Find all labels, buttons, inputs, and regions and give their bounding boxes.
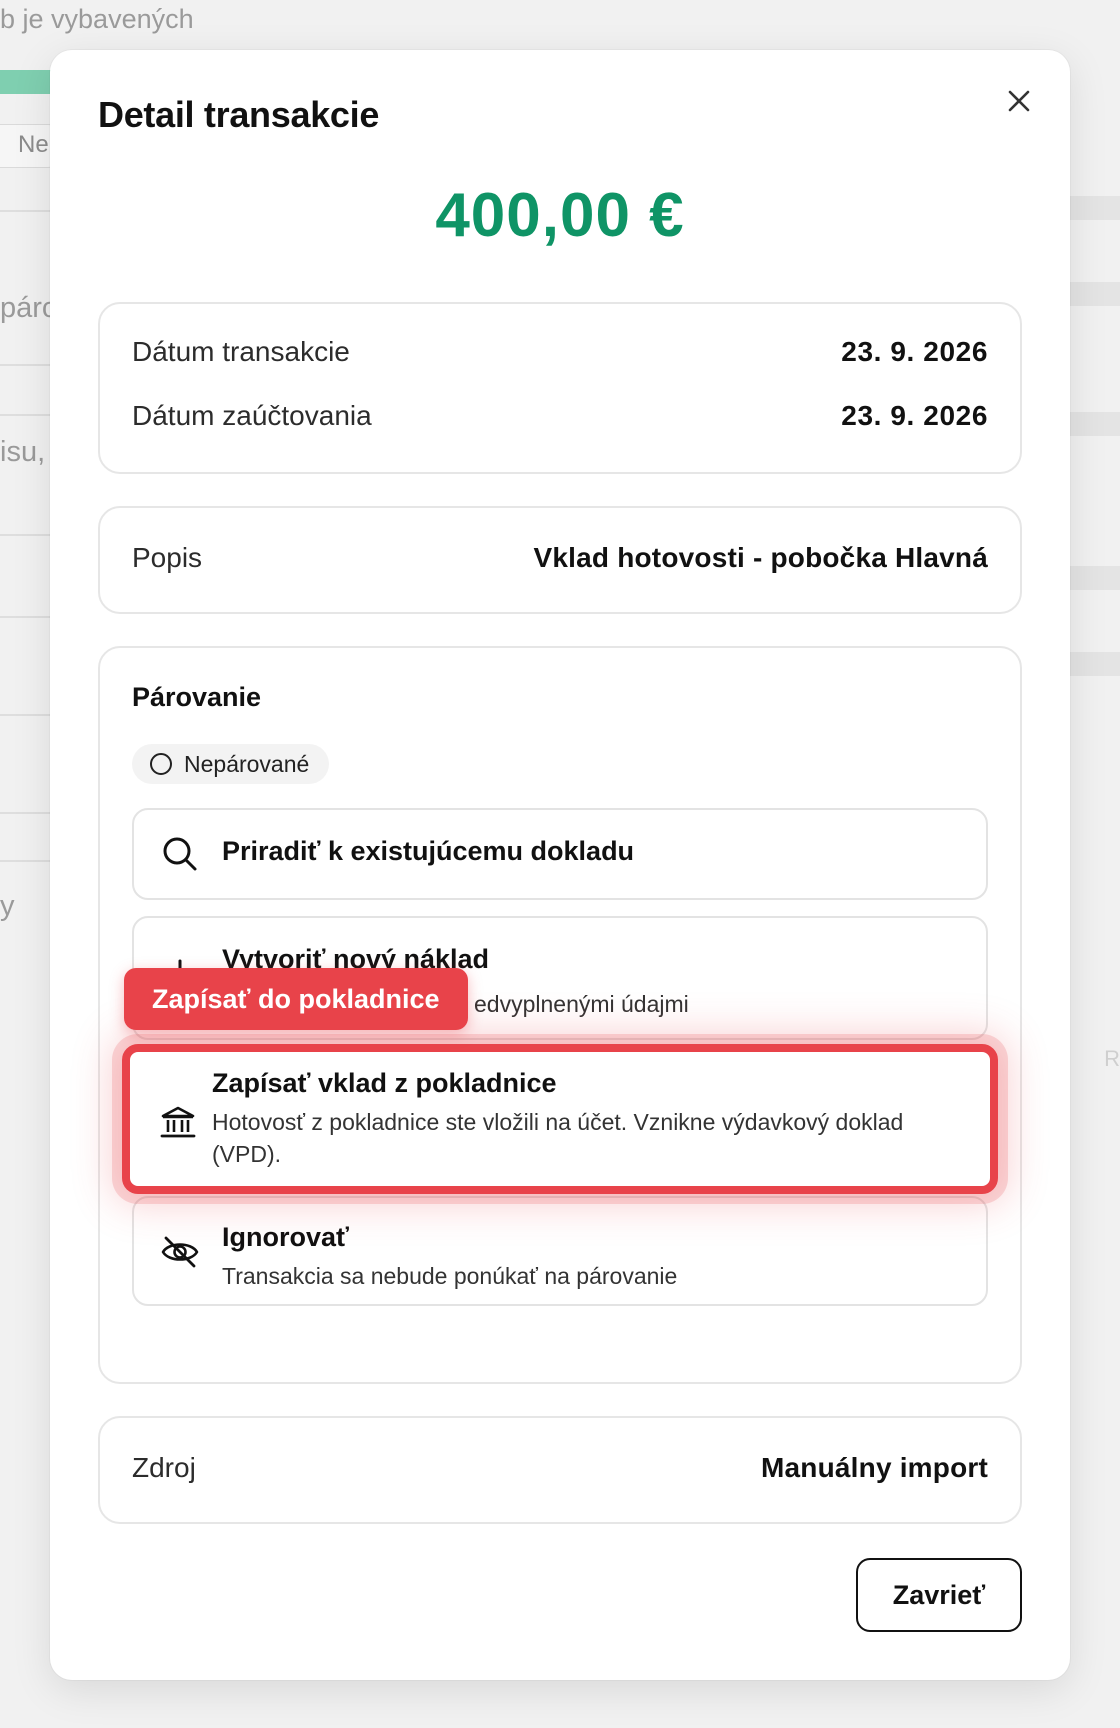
- background-heading-fragment: b je vybavených: [0, 4, 194, 34]
- record-cash-deposit-option[interactable]: Zapísať vklad z pokladnice Hotovosť z po…: [122, 1044, 998, 1194]
- transaction-detail-modal: Detail transakcie 400,00 € Dátum transak…: [50, 50, 1070, 1680]
- option-title: Ignorovať: [222, 1222, 349, 1252]
- pairing-status-badge: Nepárované: [132, 744, 330, 784]
- posting-date-row: Dátum zaúčtovania 23. 9. 2026: [132, 400, 988, 432]
- description-label: Popis: [132, 542, 203, 573]
- source-value: Manuálny import: [760, 1452, 988, 1483]
- description-card: Popis Vklad hotovosti - pobočka Hlavná: [98, 506, 1022, 614]
- option-description: Transakcia sa nebude ponúkať na párovani…: [222, 1263, 678, 1289]
- description-row: Popis Vklad hotovosti - pobočka Hlavná: [132, 542, 988, 574]
- modal-title: Detail transakcie: [98, 94, 380, 135]
- background-text-fragment: y: [0, 890, 15, 922]
- eye-off-icon: [160, 1232, 200, 1272]
- close-footer-button[interactable]: Zavrieť: [856, 1558, 1022, 1632]
- close-button[interactable]: [996, 78, 1042, 124]
- pairing-title: Párovanie: [132, 682, 262, 712]
- circle-icon: [150, 753, 172, 775]
- assign-existing-document-option[interactable]: Priradiť k existujúcemu dokladu: [132, 808, 988, 900]
- description-value: Vklad hotovosti - pobočka Hlavná: [533, 542, 988, 573]
- source-label: Zdroj: [132, 1452, 196, 1483]
- pairing-status-label: Nepárované: [184, 750, 310, 777]
- background-status-pill-label: Ne: [18, 131, 49, 158]
- source-row: Zdroj Manuálny import: [132, 1452, 988, 1484]
- source-card: Zdroj Manuálny import: [98, 1416, 1022, 1524]
- transaction-amount: 400,00 €: [435, 181, 685, 250]
- bank-icon: [158, 1102, 198, 1142]
- dates-card: Dátum transakcie 23. 9. 2026 Dátum zaúčt…: [98, 302, 1022, 474]
- highlight-label: Zapísať do pokladnice: [124, 968, 468, 1030]
- ignore-option[interactable]: Ignorovať Transakcia sa nebude ponúkať n…: [132, 1196, 988, 1306]
- option-title: Priradiť k existujúcemu dokladu: [222, 836, 635, 866]
- background-text-fragment: R: [1104, 1046, 1120, 1071]
- transaction-date-row: Dátum transakcie 23. 9. 2026: [132, 336, 988, 368]
- close-icon: [1008, 90, 1030, 112]
- transaction-date-value: 23. 9. 2026: [841, 336, 988, 367]
- option-title: Zapísať vklad z pokladnice: [212, 1068, 557, 1098]
- posting-date-value: 23. 9. 2026: [841, 400, 988, 431]
- background-text-fragment: párc: [0, 292, 57, 324]
- posting-date-label: Dátum zaúčtovania: [132, 400, 372, 431]
- search-icon: [160, 834, 200, 874]
- background-text-fragment: isu,: [0, 436, 46, 468]
- option-description: Hotovosť z pokladnice ste vložili na úče…: [212, 1109, 904, 1167]
- transaction-date-label: Dátum transakcie: [132, 336, 350, 367]
- option-description: edvyplnenými údajmi: [474, 991, 689, 1017]
